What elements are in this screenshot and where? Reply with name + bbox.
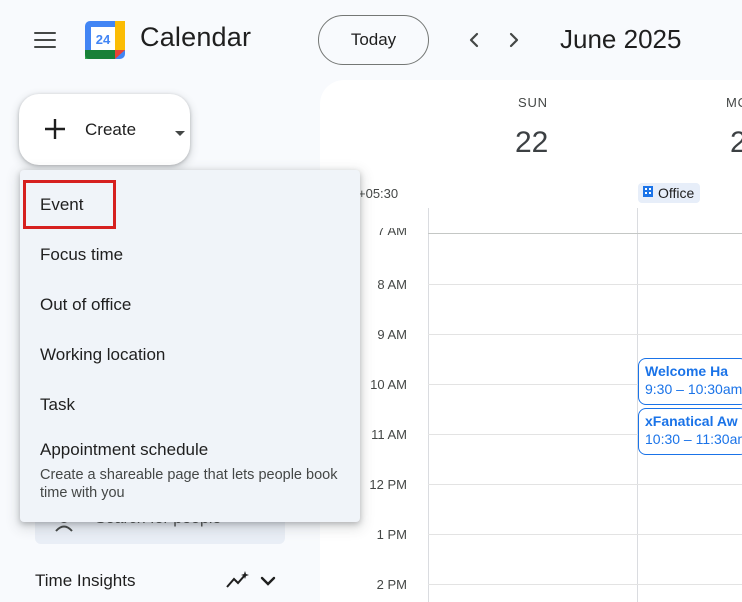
menu-item-task[interactable]: Task (20, 380, 360, 430)
create-label: Create (85, 120, 137, 139)
hour-line (428, 484, 742, 485)
hour-label: 1 PM (376, 527, 407, 542)
hamburger-menu-icon[interactable] (22, 20, 68, 60)
app-title: Calendar (140, 22, 252, 52)
event-title: Welcome Ha (645, 363, 728, 379)
top-bar: 24 Calendar Today June 2025 (0, 0, 742, 80)
hour-label: 2 PM (376, 577, 407, 592)
hour-line (428, 584, 742, 585)
building-icon (642, 185, 654, 201)
event-title: xFanatical Aw (645, 413, 738, 429)
event-chip[interactable]: xFanatical Aw 10:30 – 11:30am (638, 408, 742, 455)
column-divider (637, 208, 638, 602)
day-number-22[interactable]: 22 (515, 126, 548, 160)
day-number-23[interactable]: 23 (730, 126, 742, 160)
timezone-label: +05:30 (358, 186, 399, 201)
appointment-schedule-label: Appointment schedule (40, 440, 209, 459)
day-name-mon: MON (726, 95, 742, 110)
insights-sparkle-icon[interactable] (226, 570, 250, 595)
all-day-divider (428, 233, 742, 234)
hour-label: 9 AM (377, 327, 407, 342)
appointment-schedule-description: Create a shareable page that lets people… (40, 467, 338, 501)
menu-item-appointment-schedule[interactable]: Appointment schedule Create a shareable … (20, 430, 360, 510)
hour-label: 7 AM (377, 228, 407, 238)
event-time: 10:30 – 11:30am (645, 431, 742, 447)
hour-label: 10 AM (370, 377, 407, 392)
menu-item-event[interactable]: Event (23, 180, 116, 229)
plus-icon (43, 117, 67, 141)
calendar-grid: SUN 22 MON 23 +05:30 Office 7 AM 8 AM 9 … (320, 80, 742, 602)
caret-down-icon (174, 125, 186, 143)
time-insights-heading: Time Insights (35, 571, 136, 590)
create-menu: Event Focus time Out of office Working l… (20, 170, 360, 522)
event-time: 9:30 – 10:30am (645, 381, 742, 397)
chevron-down-icon[interactable] (260, 574, 276, 592)
calendar-logo[interactable]: 24 (84, 20, 126, 60)
day-name-sun: SUN (518, 95, 548, 110)
time-insights-controls (226, 570, 276, 595)
working-location-chip[interactable]: Office (638, 183, 701, 203)
svg-text:24: 24 (96, 32, 111, 47)
working-location-label: Office (658, 185, 695, 201)
column-divider (428, 208, 429, 602)
create-button[interactable]: Create (19, 94, 190, 165)
hour-line (428, 534, 742, 535)
menu-item-working-location[interactable]: Working location (20, 330, 360, 380)
today-button[interactable]: Today (318, 15, 429, 65)
current-period: June 2025 (560, 24, 682, 54)
chevron-right-icon[interactable] (500, 26, 528, 54)
hour-label: 11 AM (371, 427, 407, 442)
hour-label: 8 AM (377, 277, 407, 292)
event-chip[interactable]: Welcome Ha 9:30 – 10:30am (638, 358, 742, 405)
menu-item-focus-time[interactable]: Focus time (20, 230, 360, 280)
hour-line (428, 284, 742, 285)
hour-line (428, 334, 742, 335)
menu-item-out-of-office[interactable]: Out of office (20, 280, 360, 330)
hour-label: 12 PM (369, 477, 407, 492)
chevron-left-icon[interactable] (460, 26, 488, 54)
